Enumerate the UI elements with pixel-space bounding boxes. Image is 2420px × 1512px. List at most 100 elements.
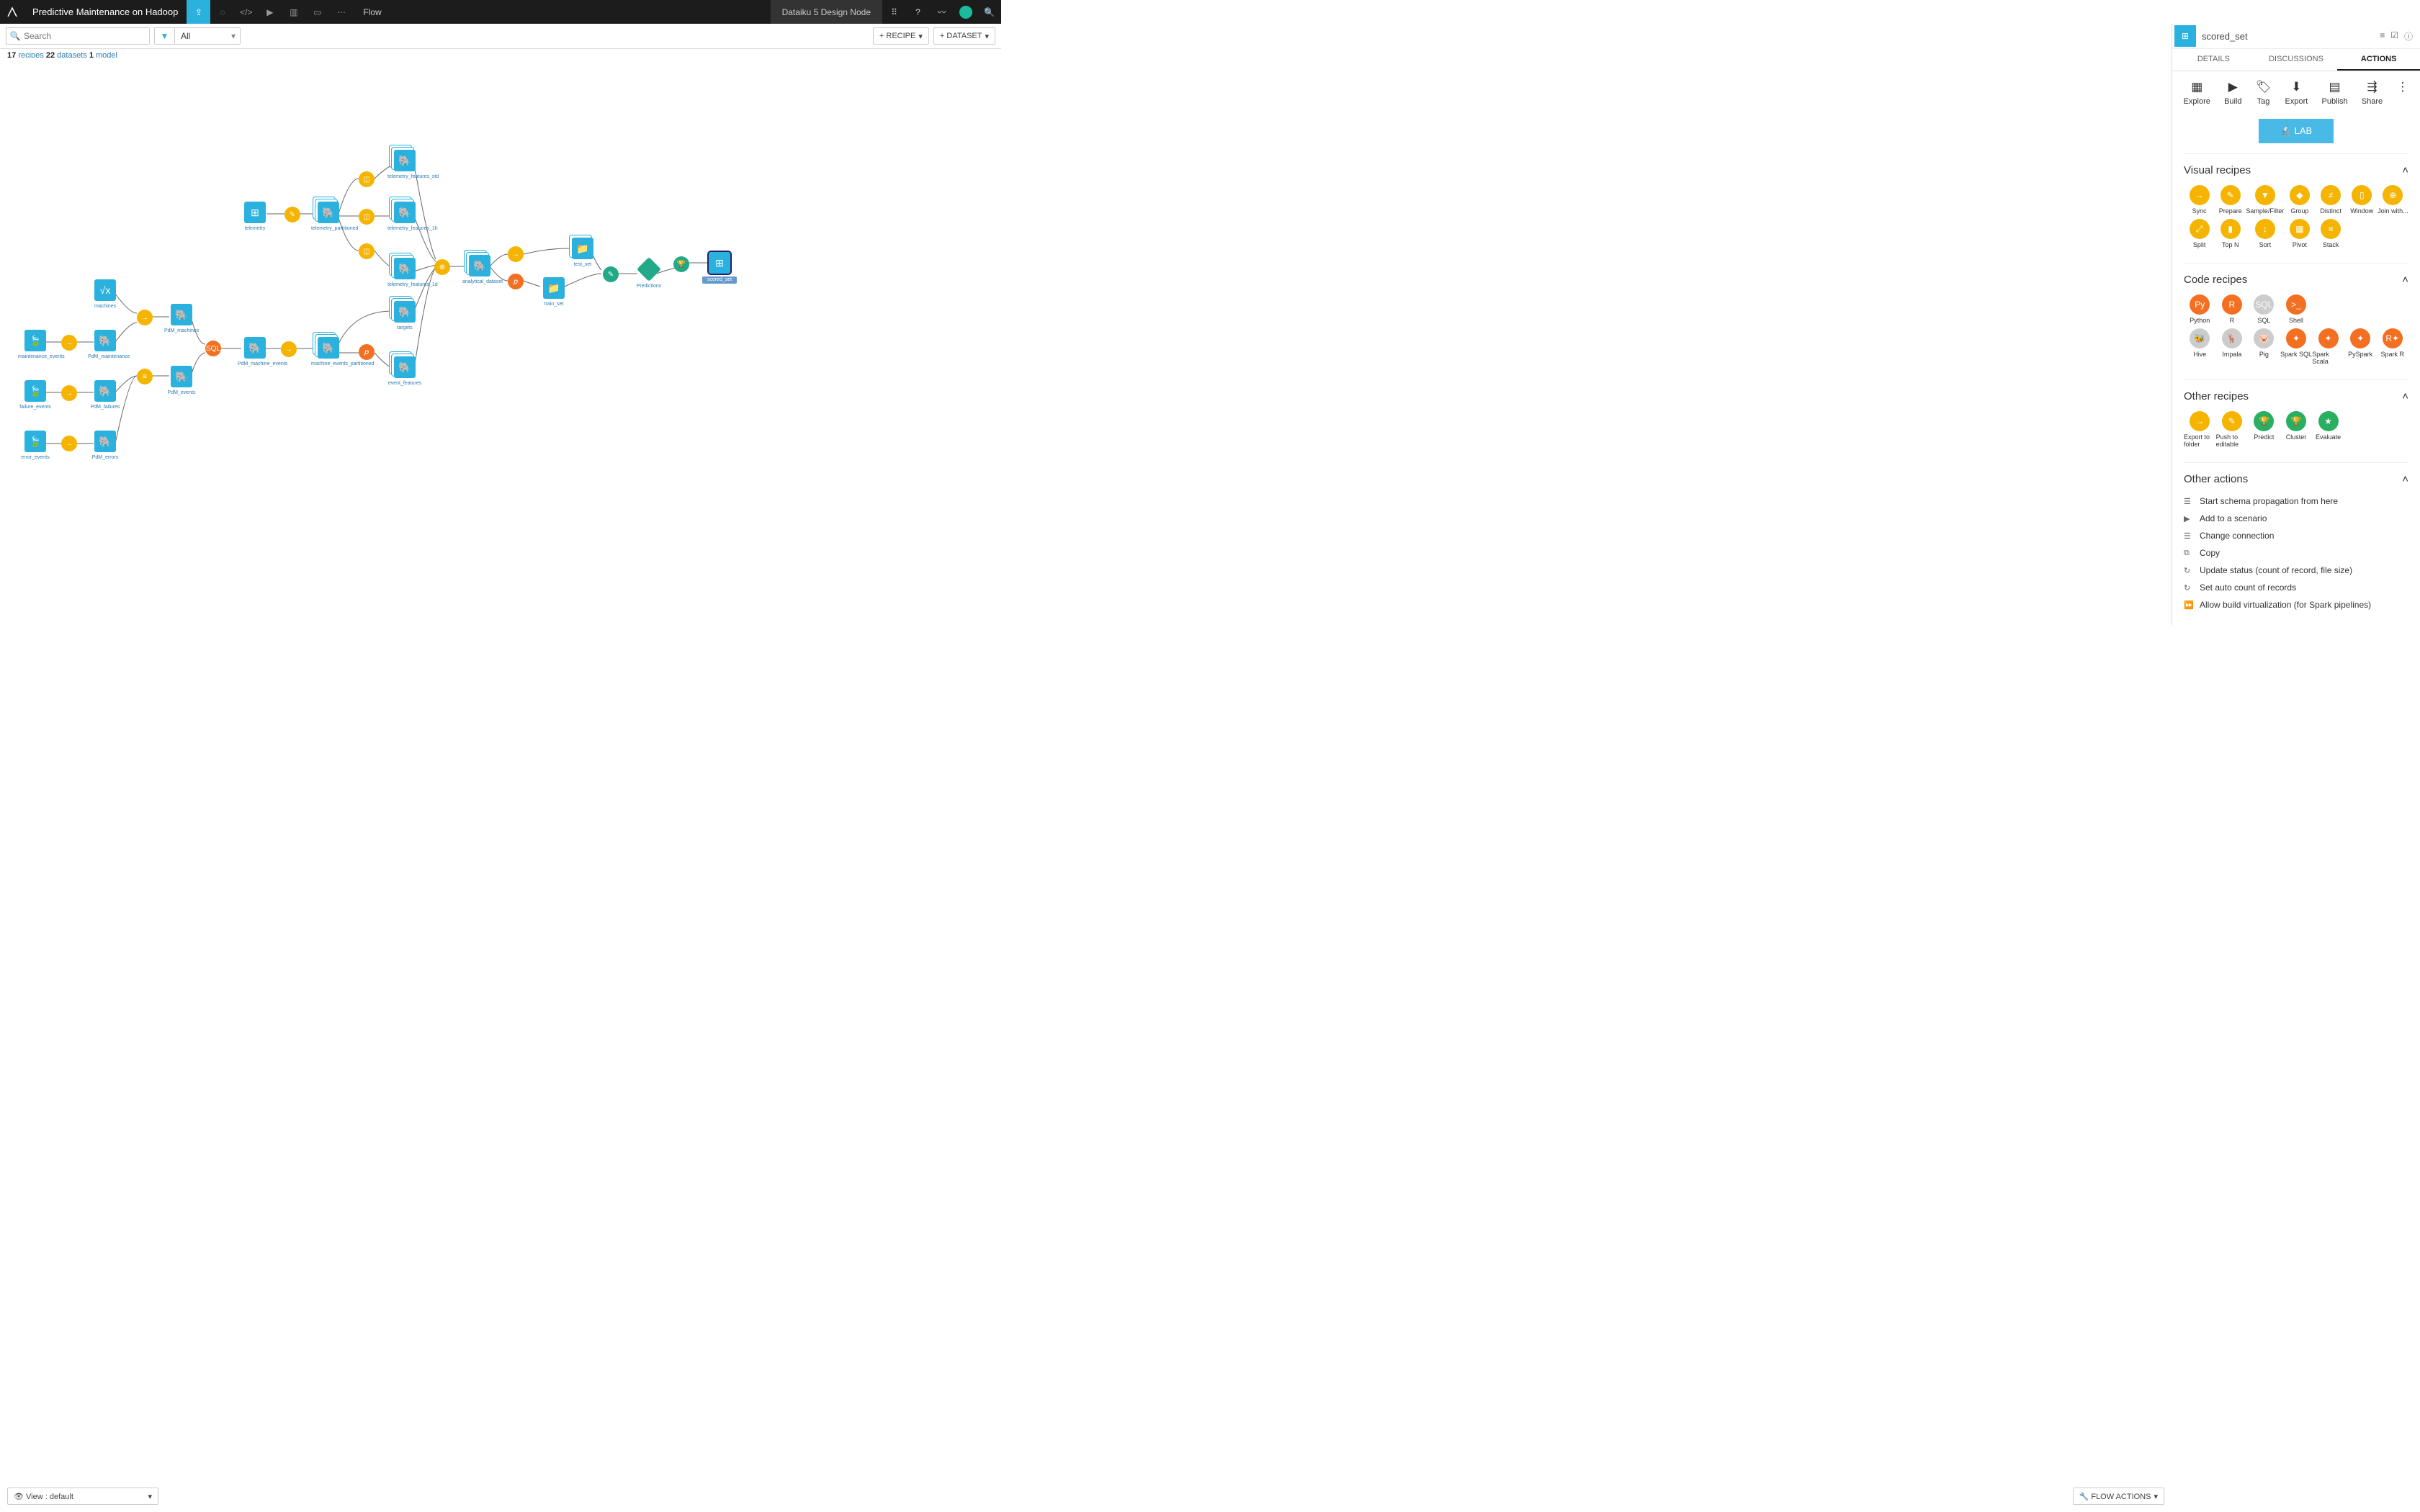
tab-actions[interactable]: ACTIONS — [2337, 49, 2420, 71]
node-pdm-failures[interactable]: 🐘PdM_failures — [88, 380, 122, 410]
recipe-pig[interactable]: 🐷Pig — [2248, 327, 2280, 366]
node-targets[interactable]: 🐘targets — [387, 301, 422, 331]
node-pdm-errors[interactable]: 🐘PdM_errors — [88, 431, 122, 461]
apps-icon[interactable]: ⠿ — [882, 0, 906, 24]
recipe-distinct[interactable]: ≠Distinct — [2316, 184, 2347, 216]
view-selector[interactable]: 👁 View : default▾ — [7, 1488, 158, 1505]
recipe-predict[interactable]: 🏆Predict — [2248, 410, 2280, 449]
recipe-split[interactable]: ⤢Split — [2184, 217, 2215, 250]
oa-update-status[interactable]: ↻Update status (count of record, file si… — [2184, 562, 2408, 579]
node-train-set[interactable]: 📁train_set — [537, 277, 571, 307]
add-recipe-button[interactable]: + RECIPE▾ — [873, 27, 929, 45]
flow-filter[interactable]: ▼ All ▾ — [154, 27, 241, 45]
recipe-impala[interactable]: 🦌Impala — [2216, 327, 2249, 366]
node-maintenance-events[interactable]: 🍃maintenance_events — [18, 330, 53, 360]
recipe-sort[interactable]: ↕Sort — [2246, 217, 2284, 250]
recipe-window[interactable]: ◫ — [359, 243, 375, 259]
recipe-window[interactable]: ◫ — [359, 209, 375, 225]
node-pdm-machine-events[interactable]: 🐘PdM_machine_events — [238, 337, 272, 367]
node-tf-1d[interactable]: 🐘telemetry_features_1d — [387, 258, 422, 288]
recipe-predict[interactable]: 🏆 — [673, 256, 689, 272]
nav-screen-icon[interactable]: ▭ — [305, 0, 329, 24]
recipe-export-folder[interactable]: →Export to folder — [2184, 410, 2216, 449]
check-icon[interactable]: ☑ — [2390, 30, 2398, 42]
add-dataset-button[interactable]: + DATASET▾ — [933, 27, 995, 45]
recipe-python[interactable]: 𝘱 — [359, 344, 375, 360]
node-tf-1h[interactable]: 🐘telemetry_features_1h — [387, 202, 422, 232]
action-more[interactable]: ⋮ — [2396, 80, 2408, 106]
node-pdm-maintenance[interactable]: 🐘PdM_maintenance — [88, 330, 122, 360]
recipe-sync[interactable]: → — [61, 335, 77, 351]
recipe-pivot[interactable]: ▦Pivot — [2284, 217, 2315, 250]
recipe-group[interactable]: ◆Group — [2284, 184, 2315, 216]
action-explore[interactable]: ▦Explore — [2184, 80, 2210, 106]
recipe-sparkscala[interactable]: ✦Spark Scala — [2312, 327, 2344, 366]
recipe-sync[interactable]: → — [508, 246, 524, 262]
node-pdm-events[interactable]: 🐘PdM_events — [164, 366, 199, 396]
recipe-sparksql[interactable]: ✦Spark SQL — [2280, 327, 2313, 366]
oa-add-scenario[interactable]: ▶Add to a scenario — [2184, 510, 2408, 527]
nav-dashboard-icon[interactable]: ▥ — [282, 0, 305, 24]
recipe-cluster[interactable]: 🏆Cluster — [2280, 410, 2313, 449]
recipe-train[interactable]: ✎ — [603, 266, 619, 282]
action-share[interactable]: ⇶Share — [2362, 80, 2383, 106]
action-tag[interactable]: 🏷Tag — [2256, 80, 2272, 106]
recipe-sample[interactable]: ▼Sample/Filter — [2246, 184, 2284, 216]
recipe-prepare[interactable]: ✎ — [284, 207, 300, 222]
recipe-join[interactable]: ⊕Join with... — [2378, 184, 2408, 216]
node-tf-std[interactable]: 🐘telemetry_features_std — [387, 150, 422, 180]
node-failure-events[interactable]: 🍃failure_events — [18, 380, 53, 410]
oa-copy[interactable]: ⧉Copy — [2184, 544, 2408, 562]
section-visual-recipes[interactable]: Visual recipes˄ — [2184, 160, 2408, 181]
node-analytical-dataset[interactable]: 🐘analytical_dataset — [462, 255, 497, 285]
oa-schema-propagation[interactable]: ☰Start schema propagation from here — [2184, 492, 2408, 510]
search-input[interactable] — [24, 28, 149, 44]
node-error-events[interactable]: 🍃error_events — [18, 431, 53, 461]
action-build[interactable]: ▶Build — [2224, 80, 2241, 106]
action-publish[interactable]: ▤Publish — [2322, 80, 2348, 106]
node-event-features[interactable]: 🐘event_features — [387, 356, 422, 387]
nav-dataset-icon[interactable]: ◌ — [210, 0, 234, 24]
recipe-push-editable[interactable]: ✎Push to editable — [2216, 410, 2249, 449]
node-machine-events-partitioned[interactable]: 🐘machine_events_partitioned — [311, 337, 346, 367]
recipe-sync[interactable]: → — [61, 436, 77, 451]
recipe-r[interactable]: RR — [2216, 293, 2249, 325]
node-scored-set[interactable]: ⊞scored_set — [702, 252, 737, 284]
recipe-hive[interactable]: 🐝Hive — [2184, 327, 2216, 366]
flow-search[interactable]: 🔍 — [6, 27, 150, 45]
node-machines[interactable]: √xmachines — [88, 279, 122, 310]
oa-change-connection[interactable]: ☰Change connection — [2184, 527, 2408, 544]
lab-button[interactable]: 🔬 LAB — [2259, 119, 2334, 143]
nav-code-icon[interactable]: </> — [234, 0, 258, 24]
flow-canvas[interactable]: 🍃maintenance_events 🍃failure_events 🍃err… — [0, 58, 753, 576]
recipe-python[interactable]: PyPython — [2184, 293, 2216, 325]
search-icon[interactable]: 🔍 — [977, 0, 1001, 24]
recipe-sparkr[interactable]: R✦Spark R — [2376, 327, 2408, 366]
recipe-sync[interactable]: →Sync — [2184, 184, 2215, 216]
recipe-shell[interactable]: >_Shell — [2280, 293, 2313, 325]
info-icon[interactable]: ⓘ — [2404, 30, 2413, 42]
recipe-join[interactable]: ⊕ — [434, 259, 450, 275]
flow-actions-button[interactable]: 🔧 FLOW ACTIONS▾ — [2073, 1488, 2164, 1505]
recipe-prepare[interactable]: ✎Prepare — [2215, 184, 2246, 216]
node-telemetry[interactable]: ⊞telemetry — [238, 202, 272, 232]
recipe-evaluate[interactable]: ★Evaluate — [2312, 410, 2344, 449]
section-other-actions[interactable]: Other actions˄ — [2184, 469, 2408, 490]
nav-run-icon[interactable]: ▶ — [258, 0, 282, 24]
node-telemetry-partitioned[interactable]: 🐘telemetry_partitioned — [311, 202, 346, 232]
user-avatar[interactable] — [954, 0, 977, 24]
action-export[interactable]: ⬇Export — [2285, 80, 2308, 106]
node-test-set[interactable]: 📁test_set — [565, 238, 600, 268]
tab-details[interactable]: DETAILS — [2172, 49, 2255, 71]
node-pdm-machines[interactable]: 🐘PdM_machines — [164, 304, 199, 334]
oa-auto-count[interactable]: ↻Set auto count of records — [2184, 579, 2408, 596]
project-title[interactable]: Predictive Maintenance on Hadoop — [24, 6, 187, 17]
nav-flow-icon[interactable]: ⇪ — [187, 0, 210, 24]
list-icon[interactable]: ≡ — [2380, 30, 2385, 42]
nav-more-icon[interactable]: ⋯ — [329, 0, 353, 24]
recipe-stack[interactable]: ≡Stack — [2316, 217, 2347, 250]
activity-icon[interactable]: 〰 — [930, 0, 954, 24]
recipe-python[interactable]: 𝘱 — [508, 274, 524, 289]
recipe-window[interactable]: ▯Window — [2347, 184, 2378, 216]
recipe-topn[interactable]: ▮Top N — [2215, 217, 2246, 250]
